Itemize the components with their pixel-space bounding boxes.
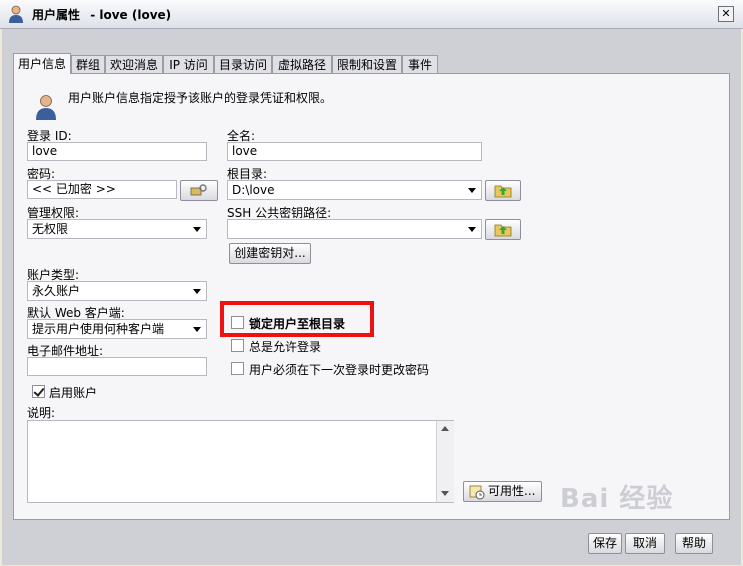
save-button[interactable]: 保存: [588, 533, 622, 554]
admin-rights-select[interactable]: 无权限: [27, 219, 207, 239]
user-account-icon: [36, 95, 56, 120]
window-title: 用户属性 - love (love): [32, 6, 171, 23]
tab-groups[interactable]: 群组: [71, 55, 105, 73]
user-icon: [9, 5, 23, 23]
change-password-button[interactable]: [180, 180, 218, 201]
browse-ssh-button[interactable]: [485, 219, 521, 240]
scroll-down-icon[interactable]: [441, 491, 449, 496]
root-dir-value: D:\love: [232, 183, 275, 197]
browse-root-button[interactable]: [485, 180, 521, 201]
cancel-button[interactable]: 取消: [625, 533, 665, 554]
enable-account-checkbox[interactable]: [32, 385, 45, 398]
email-input[interactable]: [27, 357, 207, 376]
password-input[interactable]: << 已加密 >>: [27, 180, 177, 199]
always-allow-login-checkbox[interactable]: [231, 339, 244, 352]
chevron-down-icon: [193, 327, 201, 332]
chevron-down-icon: [468, 188, 476, 193]
enable-account-label: 启用账户: [49, 386, 98, 400]
chevron-down-icon: [468, 227, 476, 232]
chevron-down-icon: [193, 227, 201, 232]
ssh-key-select[interactable]: [227, 219, 482, 239]
folder-up-icon: [494, 185, 512, 198]
tab-dir-access[interactable]: 目录访问: [214, 55, 272, 73]
description-scrollbar[interactable]: [436, 421, 454, 502]
tab-user-info[interactable]: 用户信息: [13, 53, 71, 74]
tab-events[interactable]: 事件: [402, 55, 438, 73]
tab-welcome[interactable]: 欢迎消息: [105, 55, 163, 73]
calendar-clock-icon: [469, 485, 485, 500]
key-icon: [190, 184, 207, 196]
intro-text: 用户账户信息指定授予该账户的登录凭证和权限。: [68, 91, 333, 105]
create-key-pair-button[interactable]: 创建密钥对...: [229, 243, 311, 264]
web-client-value: 提示用户使用何种客户端: [32, 322, 165, 336]
scroll-up-icon[interactable]: [441, 426, 449, 431]
watermark-logo: Bai 经验: [560, 484, 674, 514]
login-id-input[interactable]: love: [27, 142, 207, 161]
tab-virtual-path[interactable]: 虚拟路径: [272, 55, 332, 73]
root-dir-select[interactable]: D:\love: [227, 180, 482, 200]
tab-limits[interactable]: 限制和设置: [332, 55, 402, 73]
close-icon: ✕: [721, 7, 731, 20]
folder-up-icon: [494, 224, 512, 237]
lock-root-label: 锁定用户至根目录: [249, 317, 346, 331]
must-change-password-checkbox[interactable]: [231, 362, 244, 375]
availability-button[interactable]: 可用性...: [463, 481, 542, 502]
always-allow-login-label: 总是允许登录: [249, 340, 322, 354]
admin-rights-value: 无权限: [32, 222, 69, 236]
description-textarea[interactable]: [27, 420, 454, 503]
account-type-select[interactable]: 永久账户: [27, 281, 207, 301]
help-button[interactable]: 帮助: [675, 533, 713, 554]
tab-ip-access[interactable]: IP 访问: [163, 55, 214, 73]
must-change-password-label: 用户必须在下一次登录时更改密码: [249, 363, 430, 377]
window-title-user: - love (love): [90, 8, 172, 22]
availability-label: 可用性...: [488, 484, 536, 498]
lock-root-checkbox[interactable]: [231, 316, 244, 329]
chevron-down-icon: [193, 289, 201, 294]
close-button[interactable]: ✕: [718, 6, 734, 22]
window-title-main: 用户属性: [32, 8, 81, 22]
web-client-select[interactable]: 提示用户使用何种客户端: [27, 319, 207, 339]
full-name-input[interactable]: love: [227, 142, 482, 161]
description-label: 说明:: [27, 406, 56, 420]
account-type-value: 永久账户: [32, 284, 81, 298]
